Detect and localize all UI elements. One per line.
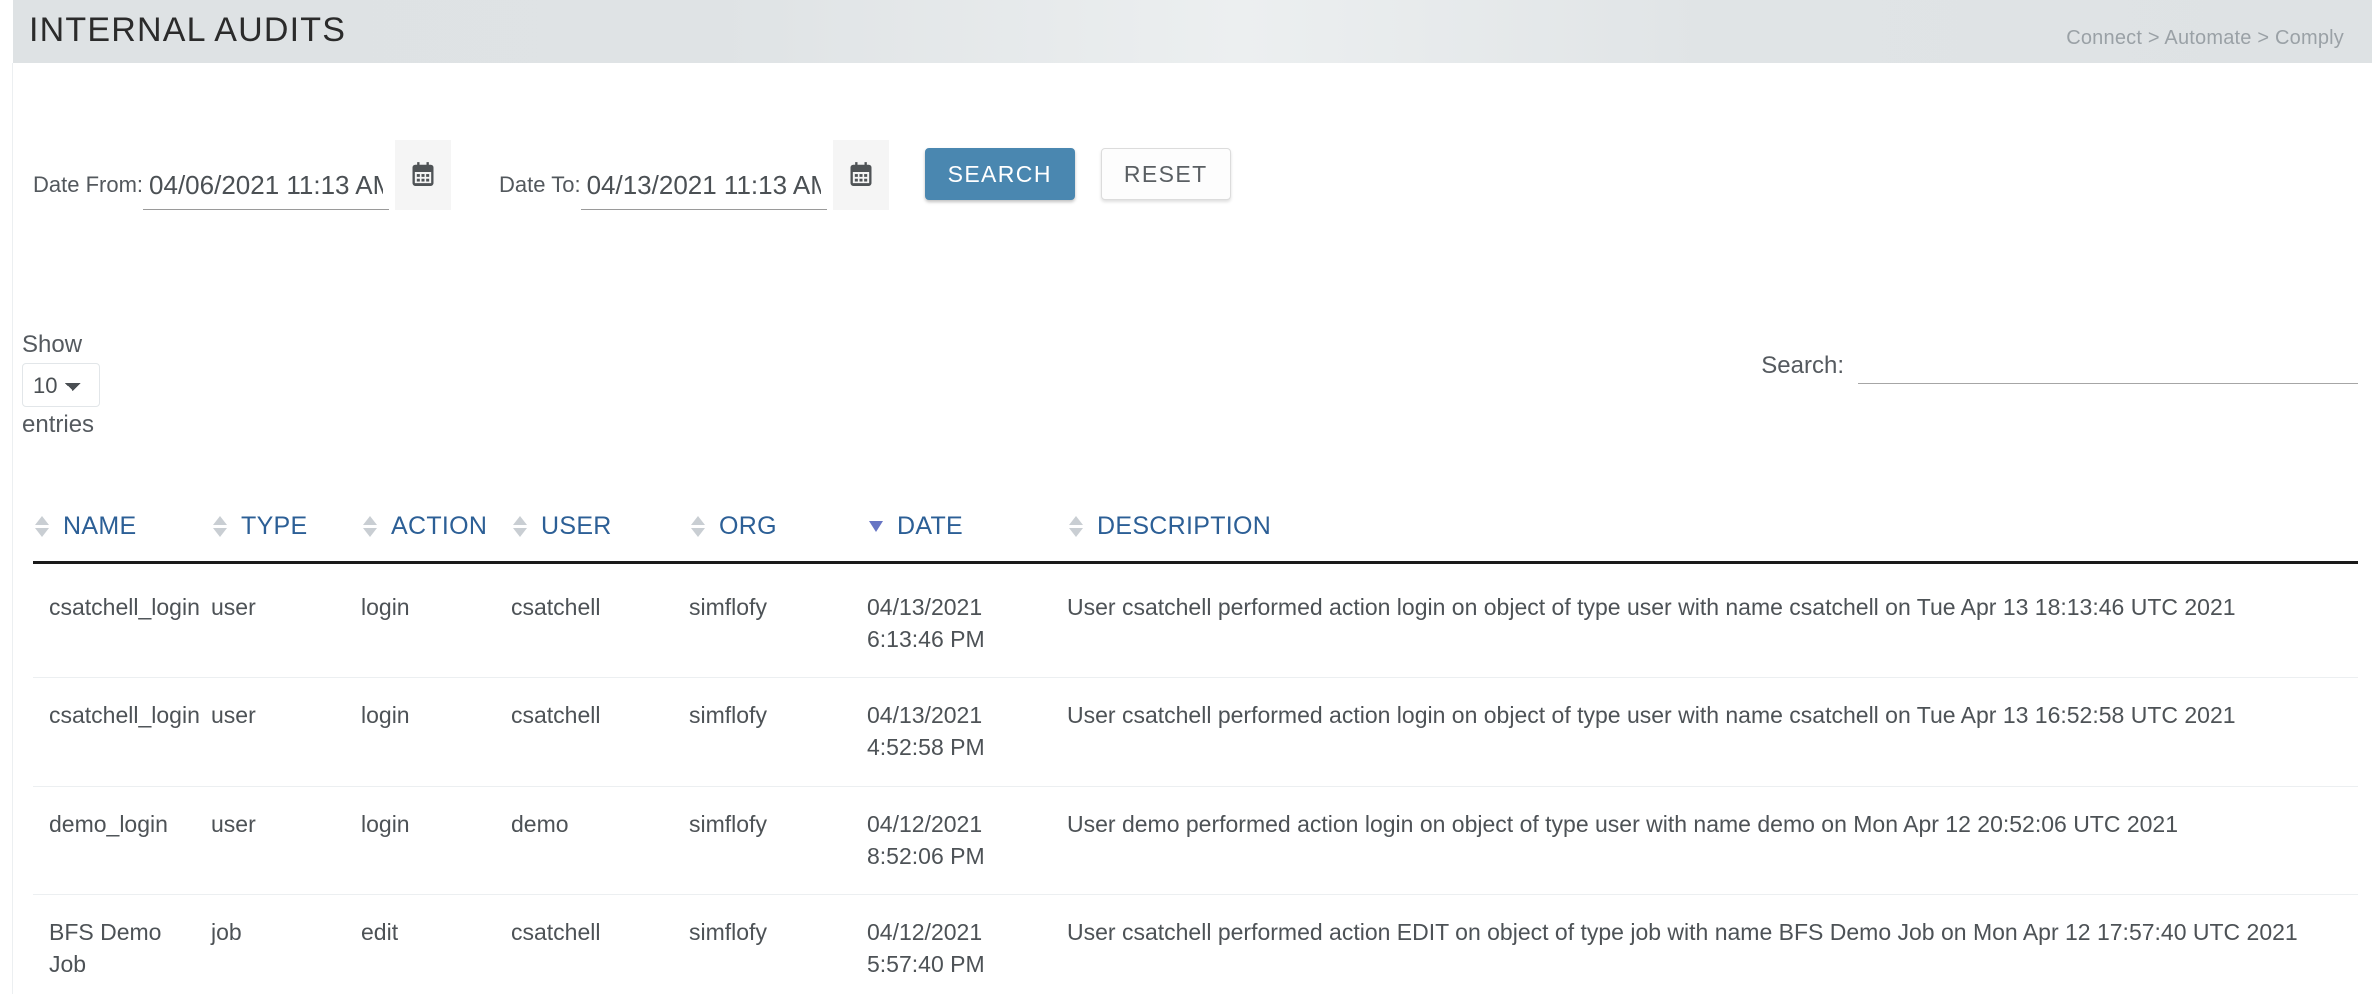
date-from-input[interactable] — [143, 170, 390, 210]
reset-button[interactable]: RESET — [1100, 148, 1231, 200]
table-row[interactable]: demo_login user login demo simflofy 04/1… — [33, 786, 2358, 896]
cell-name: csatchell_login — [33, 562, 211, 679]
cell-date: 04/13/2021 6:13:46 PM — [867, 562, 1067, 679]
column-header-label: NAME — [63, 512, 137, 540]
cell-action: edit — [361, 894, 511, 994]
sort-arrows-icon — [33, 516, 51, 537]
column-header-label: DESCRIPTION — [1097, 512, 1272, 540]
cell-date-day: 04/13/2021 — [867, 702, 983, 729]
cell-user: csatchell — [511, 677, 689, 787]
cell-org: simflofy — [689, 677, 867, 787]
page-title: INTERNAL AUDITS — [29, 10, 347, 49]
cell-org: simflofy — [689, 786, 867, 896]
column-header-description[interactable]: DESCRIPTION — [1067, 512, 2358, 564]
search-label: Search: — [1761, 352, 1844, 379]
column-header-org[interactable]: ORG — [689, 512, 867, 564]
page-length-control: Show 10 25 50 100 entries — [22, 332, 100, 437]
column-header-label: USER — [541, 512, 612, 540]
internal-audits-page: INTERNAL AUDITS Connect > Automate > Com… — [0, 0, 2372, 994]
date-filter-bar: Date From: Date To: — [33, 140, 1231, 210]
table-header-row: NAME TYPE ACTION USER ORG DATE DESCRIPTI… — [33, 512, 2358, 564]
column-header-label: ACTION — [391, 512, 488, 540]
column-header-label: ORG — [719, 512, 777, 540]
table-header: NAME TYPE ACTION USER ORG DATE DESCRIPTI… — [33, 512, 2358, 564]
date-to-group: Date To: — [499, 140, 889, 210]
calendar-icon — [847, 161, 875, 189]
column-header-label: DATE — [897, 512, 964, 540]
date-to-label: Date To: — [499, 172, 581, 197]
table-body: csatchell_login user login csatchell sim… — [33, 562, 2358, 994]
column-header-action[interactable]: ACTION — [361, 512, 511, 564]
page-left-edge-top — [0, 0, 13, 63]
sort-arrows-icon — [211, 516, 229, 537]
cell-date-time: 8:52:06 PM — [867, 842, 985, 869]
date-from-label: Date From: — [33, 172, 144, 197]
cell-type: user — [211, 677, 361, 787]
cell-date-day: 04/12/2021 — [867, 919, 983, 946]
cell-date-day: 04/13/2021 — [867, 594, 983, 620]
internal-audits-table: NAME TYPE ACTION USER ORG DATE DESCRIPTI… — [33, 512, 2358, 994]
table-row[interactable]: BFS Demo Job job edit csatchell simflofy… — [33, 894, 2358, 994]
cell-date: 04/13/2021 4:52:58 PM — [867, 677, 1067, 787]
cell-date-time: 4:52:58 PM — [867, 734, 985, 761]
cell-description: User csatchell performed action EDIT on … — [1067, 894, 2358, 994]
page-left-edge — [0, 0, 13, 994]
sort-arrows-icon — [1067, 516, 1085, 537]
cell-date: 04/12/2021 5:57:40 PM — [867, 894, 1067, 994]
column-header-type[interactable]: TYPE — [211, 512, 361, 564]
date-to-input[interactable] — [580, 170, 827, 210]
sort-arrows-icon — [689, 516, 707, 537]
cell-description: User csatchell performed action login on… — [1067, 677, 2358, 787]
column-header-label: TYPE — [241, 512, 308, 540]
cell-action: login — [361, 677, 511, 787]
sort-arrows-icon — [361, 516, 379, 537]
calendar-icon — [409, 161, 437, 189]
show-label: Show — [22, 331, 83, 358]
cell-user: csatchell — [511, 894, 689, 994]
cell-name: csatchell_login — [33, 677, 211, 787]
page-header: INTERNAL AUDITS Connect > Automate > Com… — [13, 0, 2372, 63]
cell-description: User csatchell performed action login on… — [1067, 562, 2358, 679]
cell-date-time: 5:57:40 PM — [867, 951, 985, 978]
sort-descending-icon — [867, 521, 885, 532]
cell-description: User demo performed action login on obje… — [1067, 786, 2358, 896]
cell-type: job — [211, 894, 361, 994]
cell-org: simflofy — [689, 894, 867, 994]
breadcrumb: Connect > Automate > Comply — [2066, 27, 2344, 49]
cell-name: BFS Demo Job — [33, 894, 211, 994]
table-row[interactable]: csatchell_login user login csatchell sim… — [33, 562, 2358, 679]
cell-date-day: 04/12/2021 — [867, 810, 983, 837]
column-header-user[interactable]: USER — [511, 512, 689, 564]
date-from-group: Date From: — [33, 140, 452, 210]
table-row[interactable]: csatchell_login user login csatchell sim… — [33, 677, 2358, 787]
cell-action: login — [361, 786, 511, 896]
cell-org: simflofy — [689, 562, 867, 679]
cell-type: user — [211, 786, 361, 896]
search-button[interactable]: SEARCH — [924, 148, 1075, 200]
cell-date: 04/12/2021 8:52:06 PM — [867, 786, 1067, 896]
search-input[interactable] — [1858, 352, 2358, 384]
sort-arrows-icon — [511, 516, 529, 537]
date-from-calendar-button[interactable] — [395, 140, 452, 210]
cell-user: csatchell — [511, 562, 689, 679]
column-header-date[interactable]: DATE — [867, 512, 1067, 564]
cell-name: demo_login — [33, 786, 211, 896]
cell-date-time: 6:13:46 PM — [867, 625, 985, 652]
cell-type: user — [211, 562, 361, 679]
page-length-select[interactable]: 10 25 50 100 — [22, 363, 100, 408]
entries-label: entries — [22, 411, 95, 439]
cell-user: demo — [511, 786, 689, 896]
date-to-calendar-button[interactable] — [832, 140, 889, 210]
table-search-control: Search: — [1761, 352, 2358, 384]
column-header-name[interactable]: NAME — [33, 512, 211, 564]
cell-action: login — [361, 562, 511, 679]
